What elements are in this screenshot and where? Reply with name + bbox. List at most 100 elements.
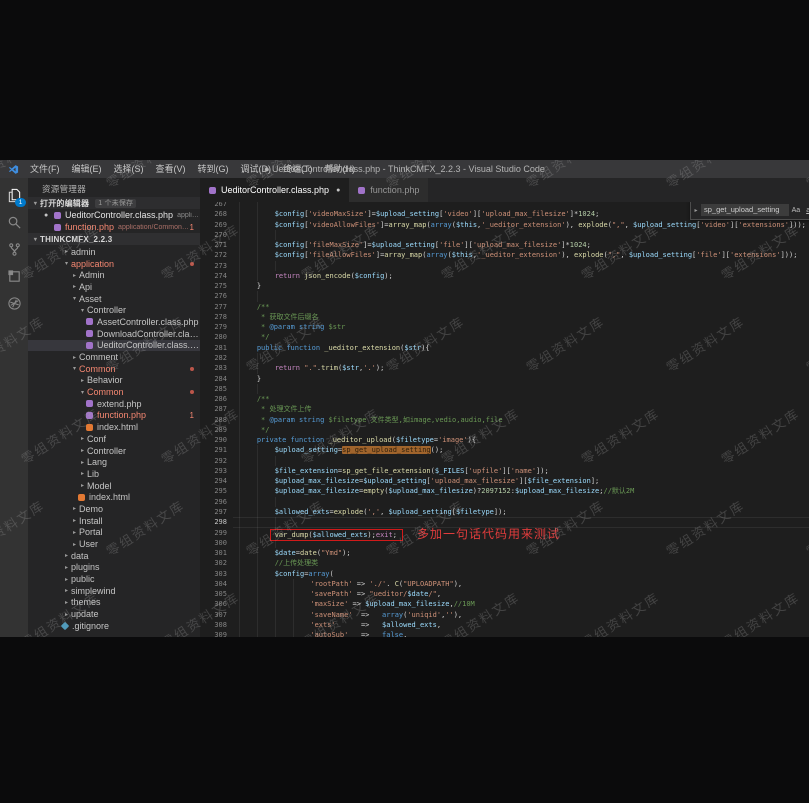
tree-item-assetcontroller-class-php[interactable]: AssetController.class.php <box>28 316 200 328</box>
open-editor-item[interactable]: function.phpapplication/Common/Comm...1 <box>28 221 200 233</box>
indent-guide <box>239 476 257 486</box>
code-line-content[interactable]: 'saveName' => array('uniqid',''), <box>233 610 809 620</box>
code-line-content[interactable] <box>233 261 809 271</box>
code-line-content[interactable]: * 获取文件后缀名 <box>233 312 809 322</box>
tree-item-install[interactable]: ▸Install <box>28 515 200 527</box>
code-line-content[interactable]: 'exts' => $allowed_exts, <box>233 620 809 630</box>
code-line-content[interactable] <box>233 353 809 363</box>
match-case-icon[interactable]: Aa <box>789 207 804 214</box>
tree-item-admin[interactable]: ▸admin <box>28 246 200 258</box>
code-line-content[interactable]: 'maxSize' => $upload_max_filesize,//10M <box>233 599 809 609</box>
code-line-content[interactable]: * @param string $str <box>233 322 809 332</box>
search-icon[interactable] <box>0 209 28 236</box>
code-line-content[interactable]: $allowed_exts=explode(',', $upload_setti… <box>233 507 809 517</box>
menu-item[interactable]: 查看(V) <box>151 160 191 178</box>
code-line-content[interactable]: 'savePath' => "ueditor/$date/", <box>233 589 809 599</box>
tree-item-lib[interactable]: ▸Lib <box>28 468 200 480</box>
code-line-content[interactable]: $upload_setting=sp_get_upload_setting(); <box>233 445 809 455</box>
code-line-content[interactable]: */ <box>233 425 809 435</box>
code-line-content[interactable]: $config['fileAllowFiles']=array_map(arra… <box>233 250 809 260</box>
menu-item[interactable]: 帮助(H) <box>320 160 361 178</box>
tree-item-common[interactable]: ▾Common <box>28 363 200 375</box>
tree-item--gitignore[interactable]: .gitignore <box>28 620 200 632</box>
explorer-icon[interactable]: 1 <box>0 182 28 209</box>
tree-item-admin[interactable]: ▸Admin <box>28 269 200 281</box>
code-line-content[interactable]: * 处理文件上传 <box>233 404 809 414</box>
tree-item-ueditorcontroller-class-php[interactable]: UeditorController.class.php <box>28 340 200 352</box>
code-line-content[interactable] <box>233 384 809 394</box>
tree-item-user[interactable]: ▸User <box>28 538 200 550</box>
code-line-content[interactable]: 'rootPath' => './'. C("UPLOADPATH"), <box>233 579 809 589</box>
code-line-content[interactable]: var_dump($allowed_exts);exit;多加一句话代码用来测试 <box>233 528 809 538</box>
find-input[interactable]: sp_get_upload_setting <box>701 204 789 216</box>
tree-item-public[interactable]: ▸public <box>28 573 200 585</box>
code-line-content[interactable]: return json_encode($config); <box>233 271 809 281</box>
menu-item[interactable]: 编辑(E) <box>67 160 107 178</box>
menu-item[interactable]: 调试(D) <box>236 160 277 178</box>
tree-item-data[interactable]: ▸data <box>28 550 200 562</box>
code-line-content[interactable]: $file_extension=sp_get_file_extension($_… <box>233 466 809 476</box>
code-line-content[interactable]: } <box>233 281 809 291</box>
tree-item-demo[interactable]: ▸Demo <box>28 503 200 515</box>
tree-item-application[interactable]: ▾application <box>28 258 200 270</box>
code-line-content[interactable]: 'autoSub' => false, <box>233 630 809 637</box>
code-line-content[interactable] <box>233 291 809 301</box>
code-line-content[interactable]: * @param string $filetype 文件类型,如image,ve… <box>233 415 809 425</box>
menu-item[interactable]: 选择(S) <box>109 160 149 178</box>
tree-item-conf[interactable]: ▸Conf <box>28 433 200 445</box>
code-line-content[interactable]: public function _ueditor_extension($str)… <box>233 343 809 353</box>
tree-item-api[interactable]: ▸Api <box>28 281 200 293</box>
tree-item-simplewind[interactable]: ▸simplewind <box>28 585 200 597</box>
code-line-content[interactable]: //上传处理类 <box>233 558 809 568</box>
source-control-icon[interactable] <box>0 236 28 263</box>
tree-item-behavior[interactable]: ▸Behavior <box>28 375 200 387</box>
tree-item-function-php[interactable]: function.php1 <box>28 410 200 422</box>
code-line-content[interactable]: $upload_max_filesize=$upload_setting['up… <box>233 476 809 486</box>
tab-function-php[interactable]: function.php <box>349 178 428 202</box>
folder-section-header[interactable]: ▾ THINKCMFX_2.2.3 <box>28 233 200 245</box>
code-line-content[interactable]: $upload_max_filesize=empty($upload_max_f… <box>233 486 809 496</box>
code-line-content[interactable]: $config=array( <box>233 569 809 579</box>
chevron-right-icon: ▸ <box>70 529 79 536</box>
tab-ueditorcontroller-class-php[interactable]: UeditorController.class.php● <box>200 178 349 202</box>
code-token: $_FILES <box>435 467 465 475</box>
menu-item[interactable]: 转到(G) <box>193 160 234 178</box>
tree-item-asset[interactable]: ▾Asset <box>28 293 200 305</box>
tree-item-portal[interactable]: ▸Portal <box>28 527 200 539</box>
tree-item-comment[interactable]: ▸Comment <box>28 351 200 363</box>
whole-word-icon[interactable]: ab <box>803 207 809 214</box>
code-line-content[interactable] <box>233 517 809 527</box>
code-line-content[interactable]: */ <box>233 332 809 342</box>
tree-item-downloadcontroller-class-php[interactable]: DownloadController.class.php <box>28 328 200 340</box>
tree-item-controller[interactable]: ▸Controller <box>28 445 200 457</box>
tree-item-index-html[interactable]: index.html <box>28 421 200 433</box>
code-line-content[interactable]: $config['videoAllowFiles']=array_map(arr… <box>233 220 809 230</box>
code-line-content[interactable] <box>233 230 809 240</box>
code-line-content[interactable]: private function _ueditor_upload($filety… <box>233 435 809 445</box>
code-line-content[interactable]: return ".".trim($str,'.'); <box>233 363 809 373</box>
open-editors-header[interactable]: ▾ 打开的编辑器 1 个未保存 <box>28 197 200 209</box>
code-line-content[interactable]: $config['fileMaxSize']=$upload_setting['… <box>233 240 809 250</box>
code-line-content[interactable]: $date=date("Ymd"); <box>233 548 809 558</box>
tree-item-model[interactable]: ▸Model <box>28 480 200 492</box>
menu-item[interactable]: 文件(F) <box>25 160 65 178</box>
tree-item-index-html[interactable]: index.html <box>28 491 200 503</box>
code-line-content[interactable] <box>233 497 809 507</box>
code-line-content[interactable] <box>233 456 809 466</box>
tree-item-common[interactable]: ▾Common <box>28 386 200 398</box>
tree-item-plugins[interactable]: ▸plugins <box>28 562 200 574</box>
tree-item-extend-php[interactable]: extend.php <box>28 398 200 410</box>
code-line-content[interactable]: /** <box>233 394 809 404</box>
tree-item-update[interactable]: ▸update <box>28 608 200 620</box>
chevron-right-icon[interactable]: ▸ <box>691 207 701 214</box>
extensions-icon[interactable] <box>0 263 28 290</box>
plugin-circle-icon[interactable] <box>0 290 28 317</box>
code-line-content[interactable]: } <box>233 374 809 384</box>
tree-item-controller[interactable]: ▾Controller <box>28 304 200 316</box>
menu-item[interactable]: 终端(T) <box>278 160 318 178</box>
code-line-content[interactable]: /** <box>233 302 809 312</box>
tree-item-themes[interactable]: ▸themes <box>28 597 200 609</box>
open-editor-item[interactable]: ●UeditorController.class.phpapplication\… <box>28 209 200 221</box>
tree-item-lang[interactable]: ▸Lang <box>28 456 200 468</box>
find-widget[interactable]: ▸ sp_get_upload_setting Aa ab <box>690 202 809 220</box>
